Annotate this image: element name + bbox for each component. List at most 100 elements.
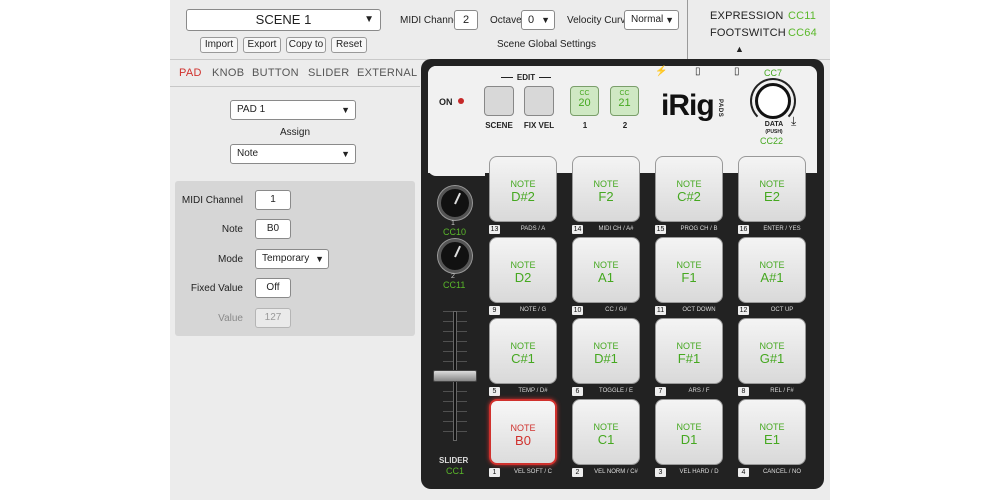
note-label: Note bbox=[221, 224, 243, 235]
pad-caption: ENTER / YES bbox=[763, 226, 801, 232]
pad-type: NOTE bbox=[593, 179, 619, 189]
assign-select[interactable]: Note ▼ bbox=[230, 144, 356, 164]
pad-7[interactable]: NOTE F#1 bbox=[655, 318, 723, 384]
assign-label: Assign bbox=[280, 127, 311, 138]
pad-number: 9 bbox=[489, 306, 500, 315]
chevron-down-icon: ▼ bbox=[541, 15, 550, 25]
chevron-down-icon: ▼ bbox=[315, 254, 324, 264]
tab-slider[interactable]: SLIDER bbox=[308, 67, 350, 79]
pad-number: 7 bbox=[655, 387, 666, 396]
scene-button-label: SCENE bbox=[485, 121, 513, 130]
pad-note: F2 bbox=[598, 189, 614, 204]
midi-channel-field[interactable]: 1 bbox=[255, 190, 291, 210]
pad-caption: VEL HARD / D bbox=[679, 469, 719, 475]
octave-select-value: 0 bbox=[528, 14, 535, 26]
pad-note: D#2 bbox=[511, 189, 535, 204]
data-knob[interactable] bbox=[755, 83, 791, 119]
tab-knob[interactable]: KNOB bbox=[212, 67, 244, 79]
data-knob-label: DATA (PUSH) bbox=[757, 121, 791, 136]
pad-caption: TEMP / D# bbox=[518, 388, 548, 394]
export-button[interactable]: Export bbox=[243, 37, 281, 53]
cc-button-2[interactable]: CC 21 bbox=[610, 86, 639, 116]
pad-caption: CC / G# bbox=[605, 307, 627, 313]
pad-number: 13 bbox=[489, 225, 500, 234]
chevron-down-icon: ▼ bbox=[665, 15, 674, 25]
velocity-curve-select[interactable]: Normal ▼ bbox=[624, 10, 679, 30]
triangle-up-icon: ▲ bbox=[735, 44, 744, 54]
expression-row[interactable]: EXPRESSION CC11 bbox=[710, 10, 816, 22]
pad-12[interactable]: NOTE A#1 bbox=[738, 237, 806, 303]
pad-5[interactable]: NOTE C#1 bbox=[489, 318, 557, 384]
pad-6[interactable]: NOTE D#1 bbox=[572, 318, 640, 384]
pad-note: G#1 bbox=[759, 351, 785, 366]
fixed-value-label: Fixed Value bbox=[190, 283, 243, 294]
scene-button[interactable] bbox=[484, 86, 514, 116]
fixed-value-field[interactable]: Off bbox=[255, 278, 291, 298]
pad-number: 1 bbox=[489, 468, 500, 477]
pad-select[interactable]: PAD 1 ▼ bbox=[230, 100, 356, 120]
pad-note: D1 bbox=[680, 432, 698, 447]
pad-4[interactable]: NOTE E1 bbox=[738, 399, 806, 465]
edit-bracket-right bbox=[539, 77, 551, 78]
slider-handle[interactable] bbox=[433, 370, 477, 382]
pad-number: 8 bbox=[738, 387, 749, 396]
tabs-divider bbox=[170, 86, 420, 87]
pad-note: E2 bbox=[764, 189, 780, 204]
pad-11[interactable]: NOTE F1 bbox=[655, 237, 723, 303]
data-push-cc: CC22 bbox=[760, 136, 784, 146]
slider-cc: CC1 bbox=[446, 466, 465, 476]
pad-caption: ARS / F bbox=[688, 388, 710, 394]
pad-1[interactable]: NOTE B0 bbox=[489, 399, 557, 465]
pad-2[interactable]: NOTE C1 bbox=[572, 399, 640, 465]
import-button[interactable]: Import bbox=[200, 37, 238, 53]
octave-select[interactable]: 0 ▼ bbox=[521, 10, 555, 30]
copy-to-button[interactable]: Copy to bbox=[286, 37, 326, 53]
pad-3[interactable]: NOTE D1 bbox=[655, 399, 723, 465]
tab-pad[interactable]: PAD bbox=[179, 67, 202, 79]
value-field: 127 bbox=[255, 308, 291, 328]
top-bar: SCENE 1 ▼ Import Export Copy to Reset MI… bbox=[170, 0, 830, 60]
knob-2-number: 2 bbox=[451, 273, 455, 280]
pad-number: 11 bbox=[655, 306, 666, 315]
pad-8[interactable]: NOTE G#1 bbox=[738, 318, 806, 384]
cc-button-1-value: 20 bbox=[578, 97, 591, 109]
midi-channel-field[interactable]: 2 bbox=[454, 10, 478, 30]
pad-type: NOTE bbox=[593, 422, 619, 432]
mode-select[interactable]: Temporary ▼ bbox=[255, 249, 329, 269]
pad-properties-panel: MIDI Channel 1 Note B0 Mode Temporary ▼ … bbox=[175, 181, 415, 336]
irig-pads-editor: SCENE 1 ▼ Import Export Copy to Reset MI… bbox=[170, 0, 830, 500]
midi-channel-label: MIDI Channel bbox=[400, 15, 462, 26]
pad-9[interactable]: NOTE D2 bbox=[489, 237, 557, 303]
data-push-label: (PUSH) bbox=[765, 129, 783, 135]
pad-16[interactable]: NOTE E2 bbox=[738, 156, 806, 222]
pad-15[interactable]: NOTE C#2 bbox=[655, 156, 723, 222]
chevron-down-icon: ▼ bbox=[341, 105, 350, 115]
note-field[interactable]: B0 bbox=[255, 219, 291, 239]
cc-button-1[interactable]: CC 20 bbox=[570, 86, 599, 116]
pad-type: NOTE bbox=[593, 341, 619, 351]
pad-10[interactable]: NOTE A1 bbox=[572, 237, 640, 303]
footswitch-label: FOOTSWITCH bbox=[710, 27, 786, 39]
pad-caption: TOGGLE / E bbox=[599, 388, 633, 394]
pad-type: NOTE bbox=[676, 422, 702, 432]
pad-type: NOTE bbox=[510, 260, 536, 270]
pads-logo-text: PADS bbox=[717, 99, 723, 118]
pad-13[interactable]: NOTE D#2 bbox=[489, 156, 557, 222]
knob-2[interactable] bbox=[438, 239, 472, 273]
pad-type: NOTE bbox=[510, 341, 536, 351]
device-top-left-panel bbox=[428, 66, 485, 176]
pad-type: NOTE bbox=[510, 179, 536, 189]
knob-1[interactable] bbox=[438, 186, 472, 220]
pad-number: 10 bbox=[572, 306, 583, 315]
fix-vel-button[interactable] bbox=[524, 86, 554, 116]
tab-button[interactable]: BUTTON bbox=[252, 67, 299, 79]
tab-external[interactable]: EXTERNAL bbox=[357, 67, 417, 79]
footswitch-row[interactable]: FOOTSWITCH CC64 bbox=[710, 27, 817, 39]
pad-caption: MIDI CH / A# bbox=[598, 226, 634, 232]
value-label: Value bbox=[218, 313, 243, 324]
pad-caption: OCT DOWN bbox=[682, 307, 716, 313]
scene-select[interactable]: SCENE 1 ▼ bbox=[186, 9, 381, 31]
reset-button[interactable]: Reset bbox=[331, 37, 367, 53]
pad-number: 15 bbox=[655, 225, 666, 234]
pad-14[interactable]: NOTE F2 bbox=[572, 156, 640, 222]
